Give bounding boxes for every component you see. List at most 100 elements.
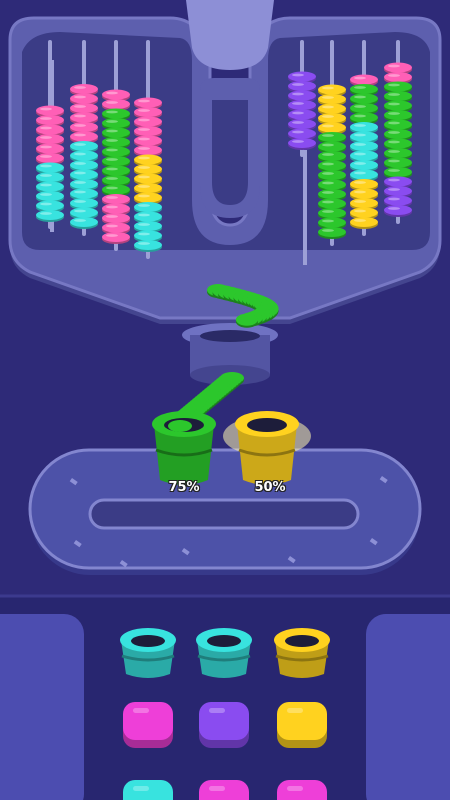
- left-rod-3-ring-shine: [106, 205, 118, 209]
- right-rod-3-ring: [350, 131, 378, 142]
- right-rod-2-ring: [318, 94, 346, 104]
- left-rod-2-ring: [70, 141, 98, 151]
- right-rod-4-ring: [384, 119, 412, 130]
- queue-cup-r3-c1-shine: [133, 786, 149, 791]
- right-rod-3-ring: [350, 122, 378, 132]
- nozzle-hole: [200, 330, 260, 342]
- left-rod-1-ring-shine: [40, 126, 52, 130]
- right-rod-4-ring-shine: [388, 102, 400, 106]
- queue-cup-r2-c1: [123, 702, 173, 748]
- right-rod-2-ring-shine: [322, 229, 334, 232]
- left-rod-4-ring: [134, 126, 162, 136]
- right-rod-3-ring: [350, 84, 378, 94]
- left-rod-2-ring: [70, 217, 98, 227]
- right-rod-3-ring: [350, 207, 378, 218]
- left-rod-3-ring: [102, 203, 130, 214]
- left-rod-4-ring: [134, 135, 162, 146]
- left-rod-3-ring-shine: [106, 91, 118, 95]
- right-rod-4-ring-shine: [388, 178, 400, 182]
- right-rod-3-ring: [350, 169, 378, 180]
- queue-cup-r2-c2: [199, 702, 249, 748]
- left-rod-4-ring-shine: [138, 232, 150, 236]
- left-rod-4-ring: [134, 154, 162, 165]
- right-rod-3-ring: [350, 93, 378, 104]
- right-rod-3-ring-shine: [354, 133, 366, 137]
- stream-ring-entering-cup: [168, 420, 192, 432]
- left-rod-3-ring-shine: [106, 167, 118, 171]
- left-rod-2-ring-shine: [74, 124, 86, 127]
- left-rod-3-ring-shine: [106, 110, 118, 114]
- right-rod-4-ring: [384, 110, 412, 120]
- right-rod-2-ring-shine: [322, 124, 334, 128]
- left-rod-3-ring-shine: [106, 215, 118, 218]
- right-rod-1-ring: [288, 81, 316, 91]
- right-rod-1-ring-shine: [292, 92, 304, 96]
- left-rod-4-ring: [134, 145, 162, 155]
- right-rod-3-ring: [350, 188, 378, 199]
- left-rod-2-ring: [70, 169, 98, 180]
- left-rod-1-ring: [36, 172, 64, 182]
- right-rod-4-ring-shine: [388, 169, 400, 172]
- right-rod-4-ring-shine: [388, 64, 400, 68]
- right-rod-3-ring: [350, 112, 378, 123]
- right-rod-2-ring-shine: [322, 143, 334, 147]
- right-rod-1-ring: [288, 90, 316, 101]
- right-rod-3-ring-shine: [354, 86, 366, 89]
- left-rod-2-ring-shine: [74, 143, 86, 146]
- queue-cup-r3-c2-shine: [209, 786, 225, 791]
- right-rod-4-ring-shine: [388, 197, 400, 201]
- left-rod-2-ring-shine: [74, 181, 86, 184]
- right-rod-3-ring-shine: [354, 124, 366, 127]
- left-rod-1-ring: [36, 210, 64, 220]
- queue-cup-r1-c1: [120, 628, 176, 678]
- right-rod-2-ring-shine: [322, 210, 334, 213]
- left-rod-2-ring-shine: [74, 171, 86, 175]
- queue-cup-r3-c3: [277, 780, 327, 800]
- machine-top-cap: [186, 0, 274, 70]
- left-rod-4-ring: [134, 164, 162, 174]
- queue-cup-r1-c3: [274, 628, 330, 678]
- right-rod-1-ring-shine: [292, 102, 304, 105]
- left-rod-2-ring: [70, 179, 98, 189]
- left-rod-1-ring-shine: [40, 202, 52, 206]
- right-rod-4-ring: [384, 62, 412, 73]
- right-rod-2-ring: [318, 103, 346, 114]
- left-rod-4-ring: [134, 173, 162, 184]
- right-rod-2-ring-shine: [322, 86, 334, 90]
- left-rod-1-ring: [36, 115, 64, 125]
- queue-cup-r2-c3-top: [277, 702, 327, 740]
- right-rod-2-ring-shine: [322, 191, 334, 194]
- right-rod-4-ring: [384, 72, 412, 82]
- left-rod-3-ring-shine: [106, 196, 118, 199]
- left-rod-4-ring: [134, 183, 162, 193]
- left-rod-3-ring: [102, 213, 130, 223]
- left-rod-1-ring-shine: [40, 164, 52, 168]
- right-rod-1-ring-shine: [292, 83, 304, 86]
- queue-cup-r2-c3-shine: [287, 708, 303, 713]
- right-rod-3-ring: [350, 141, 378, 151]
- right-rod-3-ring-shine: [354, 105, 366, 108]
- right-rod-3-ring-shine: [354, 190, 366, 194]
- right-rod-3-ring: [350, 150, 378, 161]
- right-rod-4-ring: [384, 195, 412, 206]
- left-rod-3-ring: [102, 175, 130, 185]
- left-rod-3-ring: [102, 99, 130, 109]
- right-rod-1-ring-shine: [292, 140, 304, 143]
- right-rod-4-ring: [384, 167, 412, 177]
- left-rod-2-ring: [70, 84, 98, 94]
- right-rod-1-ring: [288, 109, 316, 120]
- left-rod-3-ring: [102, 118, 130, 128]
- left-rod-1-ring: [36, 153, 64, 163]
- conveyor-center-slot: [88, 498, 360, 530]
- right-rod-3-ring-shine: [354, 143, 366, 146]
- left-rod-2-ring-shine: [74, 105, 86, 108]
- right-rod-2-ring-shine: [322, 153, 334, 156]
- left-rod-2-ring: [70, 160, 98, 170]
- queue-cup-r1-c2: [196, 628, 252, 678]
- right-rod-3-ring: [350, 74, 378, 85]
- left-rod-4-ring-shine: [138, 137, 150, 141]
- left-rod-1-ring-shine: [40, 183, 52, 187]
- left-rod-4-ring-shine: [138, 242, 150, 245]
- queue-cup-r2-c1-shine: [133, 708, 149, 713]
- game-stage: 75% 50%: [0, 0, 450, 800]
